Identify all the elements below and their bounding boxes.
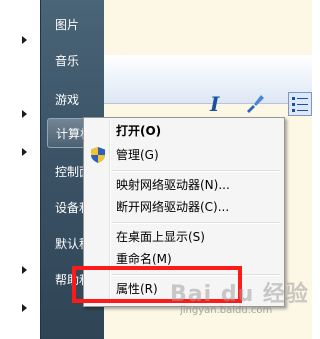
watermark-logo: Bai du 经验 bbox=[170, 282, 309, 307]
submenu-arrow-icon[interactable] bbox=[22, 304, 27, 312]
menu-item-map-network-drive[interactable]: 映射网络驱动器(N)... bbox=[116, 174, 230, 196]
submenu-arrow-icon[interactable] bbox=[22, 36, 27, 44]
menu-separator bbox=[112, 170, 280, 172]
start-item-music[interactable]: 音乐 bbox=[41, 46, 105, 76]
menu-item-manage[interactable]: 管理(G) bbox=[116, 144, 159, 166]
list-button[interactable] bbox=[288, 92, 312, 116]
menu-item-show-on-desktop[interactable]: 在桌面上显示(S) bbox=[116, 226, 205, 248]
editor-toolbar bbox=[104, 55, 312, 104]
menu-item-open[interactable]: 打开(O) bbox=[116, 120, 161, 142]
submenu-arrow-icon[interactable] bbox=[22, 110, 27, 118]
start-item-games[interactable]: 游戏 bbox=[41, 85, 105, 115]
menu-item-disconnect-network-drive[interactable]: 断开网络驱动器(C)... bbox=[116, 196, 229, 218]
submenu-arrow-icon[interactable] bbox=[22, 266, 27, 274]
italic-button[interactable]: I bbox=[210, 92, 219, 116]
list-icon bbox=[292, 97, 308, 112]
uac-shield-icon bbox=[91, 147, 105, 163]
submenu-arrow-icon[interactable] bbox=[22, 148, 27, 156]
start-item-pictures[interactable]: 图片 bbox=[41, 10, 105, 40]
menu-separator bbox=[112, 222, 280, 224]
left-panel bbox=[0, 0, 40, 339]
watermark-url: jingyan.baidu.com bbox=[180, 305, 273, 316]
format-painter-icon[interactable] bbox=[244, 92, 266, 114]
